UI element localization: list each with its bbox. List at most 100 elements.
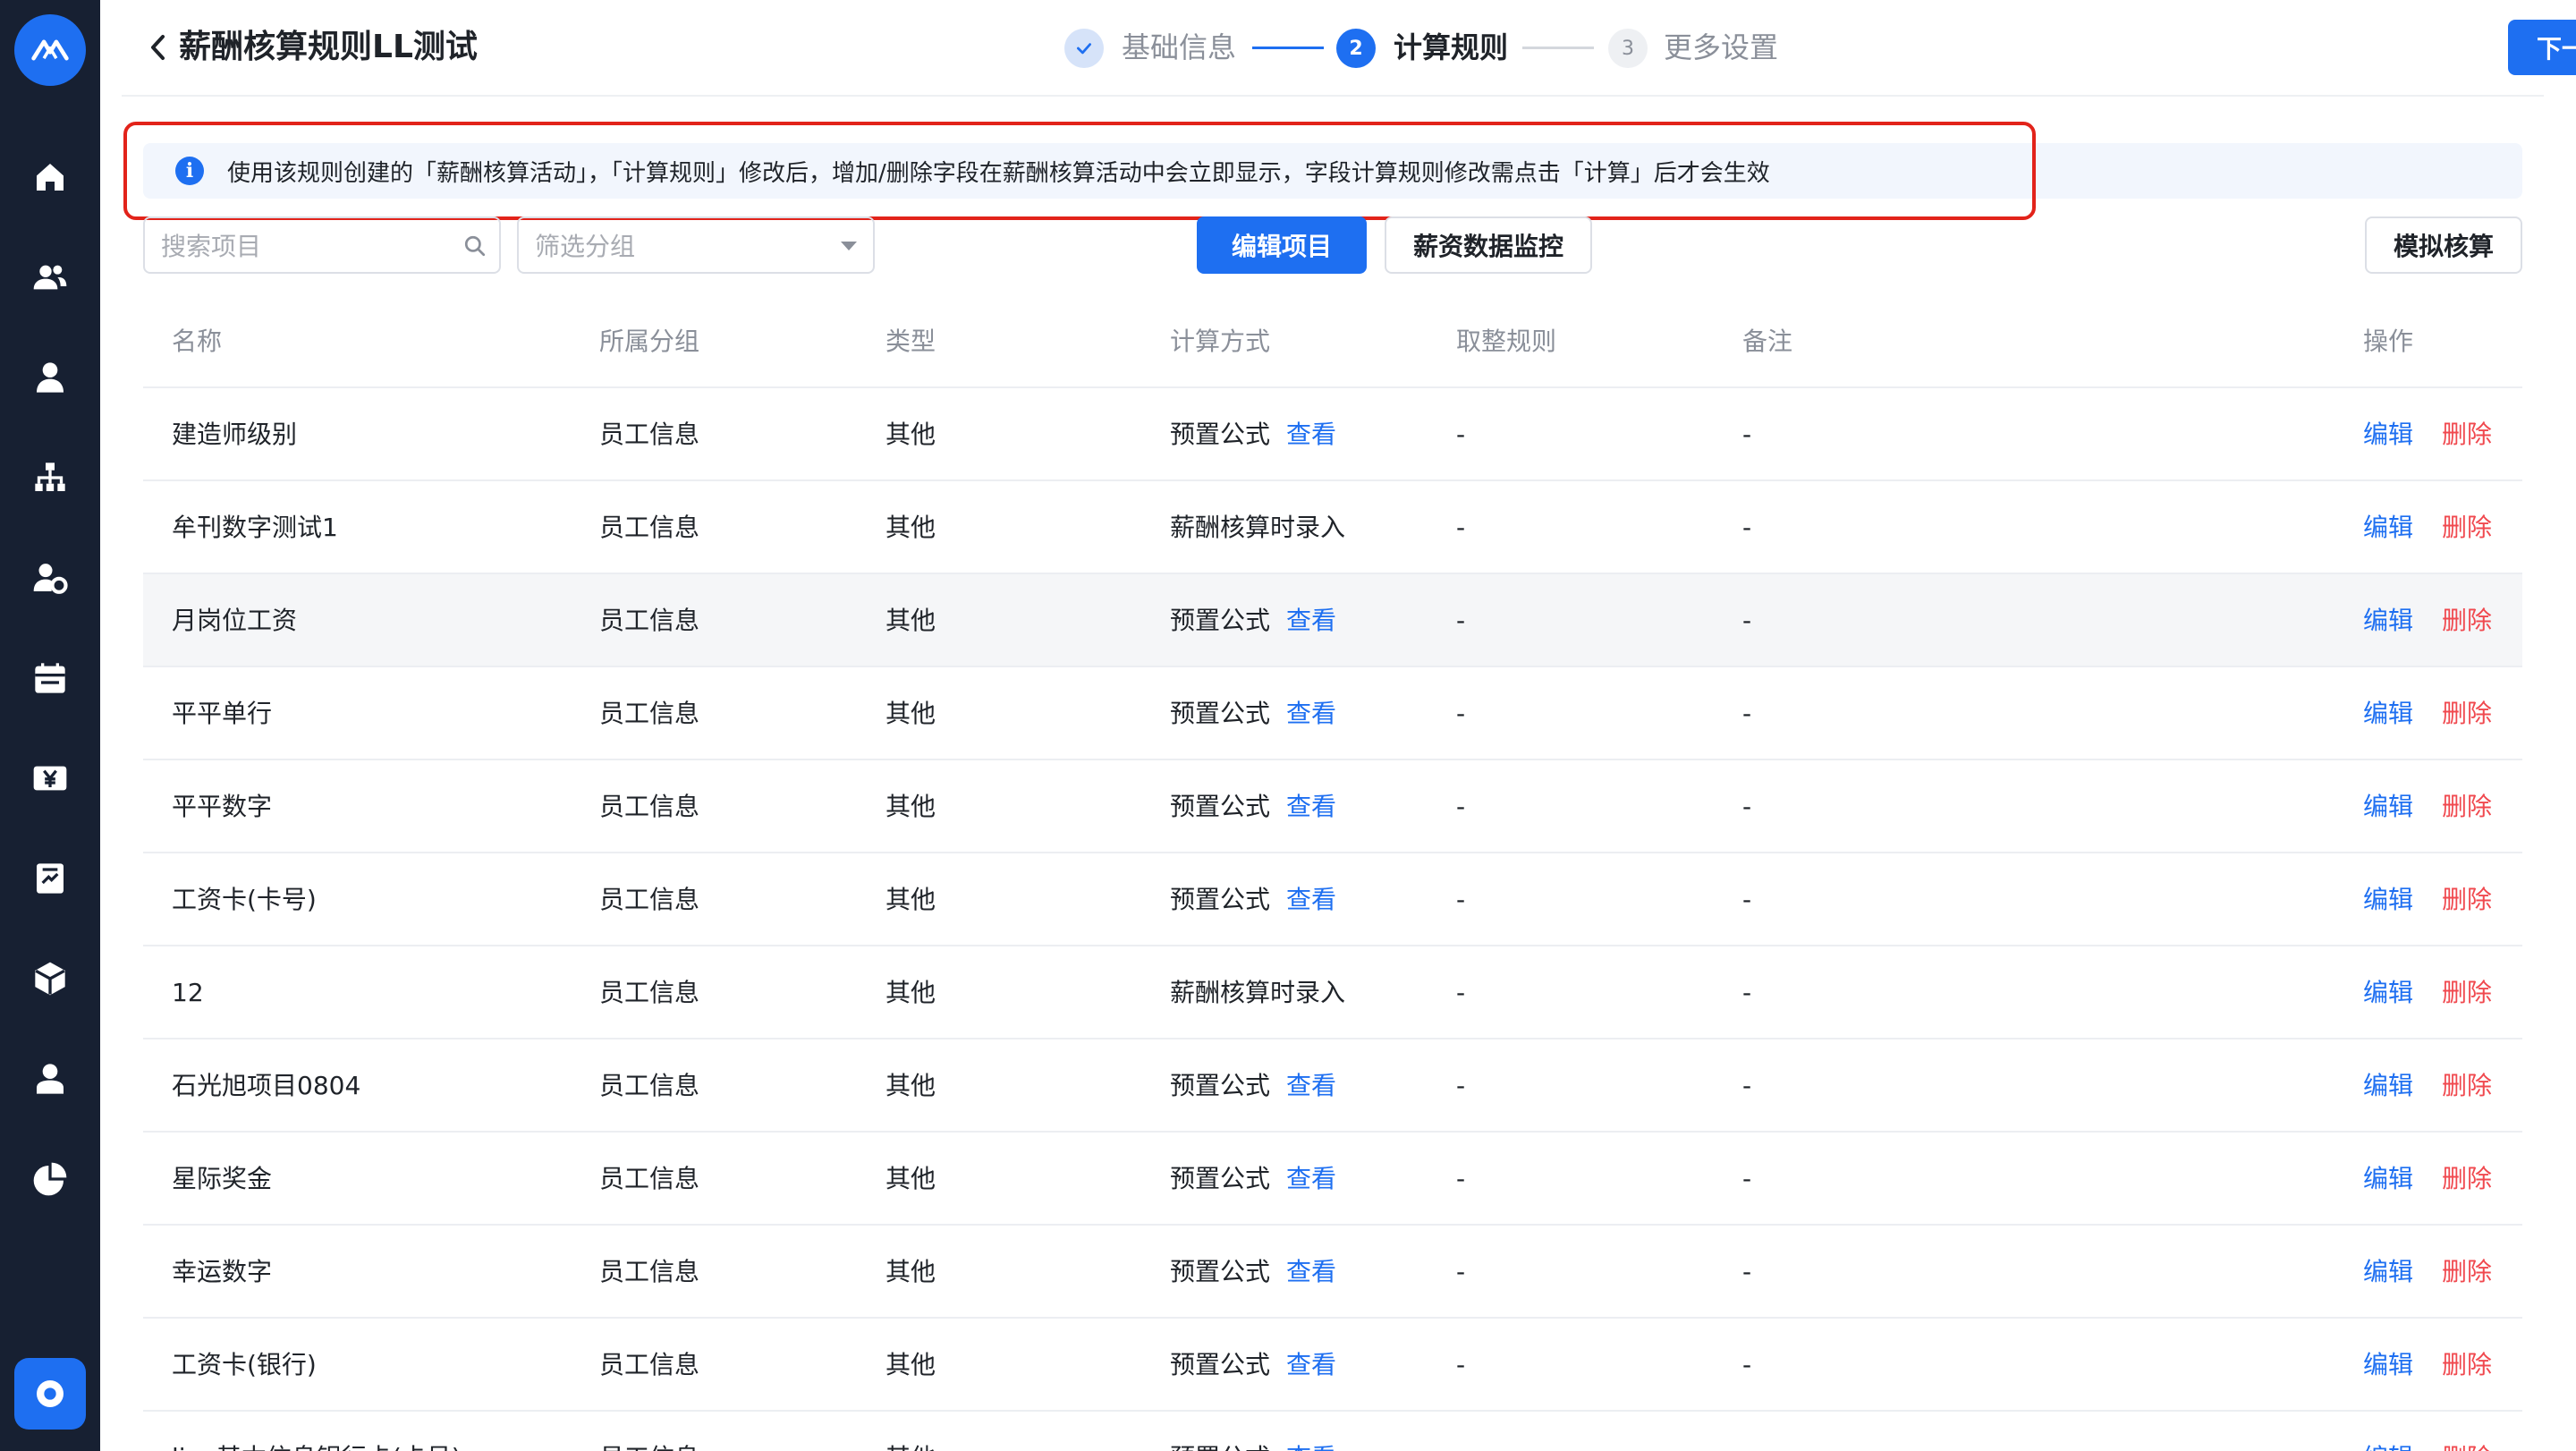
table-row[interactable]: 12 员工信息 其他 - - 薪酬核算时录入 编辑 删除 [143,946,2522,1039]
col-group: 所属分组 [599,327,700,356]
cell-group: 员工信息 [599,606,700,635]
view-formula-link[interactable]: 查看 [1286,1443,1336,1451]
table-row[interactable]: 星际奖金 员工信息 其他 - - 预置公式 查看 编辑 删除 [143,1133,2522,1226]
delete-row-button[interactable]: 删除 [2442,481,2492,574]
col-method: 计算方式 [1170,327,1271,356]
report-icon[interactable] [29,857,72,900]
delete-row-button[interactable]: 删除 [2442,1133,2492,1226]
delete-row-button[interactable]: 删除 [2442,1226,2492,1319]
table-row[interactable]: 工资卡(卡号) 员工信息 其他 - - 预置公式 查看 编辑 删除 [143,853,2522,946]
cell-rounding: - [1456,885,1466,914]
edit-row-button[interactable]: 编辑 [2363,388,2413,481]
table-row[interactable]: 平平数字 员工信息 其他 - - 预置公式 查看 编辑 删除 [143,760,2522,853]
col-rounding: 取整规则 [1456,327,1557,356]
view-formula-link[interactable]: 查看 [1286,1257,1336,1286]
org-chart-icon[interactable] [29,456,72,499]
team-icon[interactable] [29,256,72,299]
cell-method: 薪酬核算时录入 [1170,481,1345,574]
pie-chart-icon[interactable] [29,1158,72,1201]
cell-name: 石光旭项目0804 [172,1071,361,1100]
person-icon[interactable] [29,356,72,399]
view-formula-link[interactable]: 查看 [1286,1164,1336,1193]
method-text: 预置公式 [1170,792,1271,821]
view-formula-link[interactable]: 查看 [1286,792,1336,821]
edit-row-button[interactable]: 编辑 [2363,1133,2413,1226]
delete-row-button[interactable]: 删除 [2442,853,2492,946]
edit-row-button[interactable]: 编辑 [2363,667,2413,760]
cell-remark: - [1742,1412,1751,1451]
back-button[interactable] [140,27,175,68]
delete-row-button[interactable]: 删除 [2442,946,2492,1039]
edit-row-button[interactable]: 编辑 [2363,1412,2413,1451]
salary-icon[interactable] [29,757,72,800]
cell-method: 预置公式查看 [1170,1226,1336,1319]
person-settings-icon[interactable] [29,556,72,599]
edit-row-button[interactable]: 编辑 [2363,574,2413,667]
next-step-button[interactable]: 下一步 [2508,20,2576,75]
edit-row-button[interactable]: 编辑 [2363,1226,2413,1319]
search-input[interactable]: 搜索项目 [143,216,501,274]
view-formula-link[interactable]: 查看 [1286,1071,1336,1100]
table-row[interactable]: 平平单行 员工信息 其他 - - 预置公式 查看 编辑 删除 [143,667,2522,760]
box-icon[interactable] [29,957,72,1000]
cell-method: 预置公式查看 [1170,574,1336,667]
search-placeholder: 搜索项目 [161,232,262,261]
view-formula-link[interactable]: 查看 [1286,1350,1336,1379]
delete-row-button[interactable]: 删除 [2442,388,2492,481]
salary-monitor-button[interactable]: 薪资数据监控 [1385,216,1592,274]
cell-method: 预置公式查看 [1170,667,1336,760]
edit-row-button[interactable]: 编辑 [2363,1039,2413,1133]
chevron-left-icon [151,35,165,60]
edit-items-button[interactable]: 编辑项目 [1197,216,1367,274]
cell-type: 其他 [886,513,936,542]
step-3-label[interactable]: 更多设置 [1664,23,1778,72]
table-header: 名称 所属分组 类型 计算方式 取整规则 备注 操作 [143,295,2522,388]
delete-row-button[interactable]: 删除 [2442,1039,2492,1133]
simulate-button[interactable]: 模拟核算 [2365,216,2522,274]
edit-row-button[interactable]: 编辑 [2363,481,2413,574]
group-filter-select[interactable]: 筛选分组 [517,216,875,274]
cell-group: 员工信息 [599,1412,699,1451]
cell-method: 预置公式查看 [1170,760,1336,853]
delete-row-button[interactable]: 删除 [2442,667,2492,760]
cell-remark: - [1742,1164,1752,1193]
method-text: 预置公式 [1170,606,1271,635]
view-formula-link[interactable]: 查看 [1286,606,1336,635]
app-logo[interactable] [14,14,86,86]
edit-row-button[interactable]: 编辑 [2363,760,2413,853]
table-row[interactable]: 建造师级别 员工信息 其他 - - 预置公式 查看 编辑 删除 [143,388,2522,481]
table-row[interactable]: 牟刊数字测试1 员工信息 其他 - - 薪酬核算时录入 编辑 删除 [143,481,2522,574]
cell-name: liyu基本信息银行卡(卡号) [172,1412,462,1451]
delete-row-button[interactable]: 删除 [2442,760,2492,853]
edit-row-button[interactable]: 编辑 [2363,946,2413,1039]
cell-method: 薪酬核算时录入 [1170,946,1345,1039]
table-row[interactable]: 石光旭项目0804 员工信息 其他 - - 预置公式 查看 编辑 删除 [143,1039,2522,1133]
edit-row-button[interactable]: 编辑 [2363,853,2413,946]
view-formula-link[interactable]: 查看 [1286,885,1336,914]
method-text: 预置公式 [1170,1164,1271,1193]
salary-items-table: 名称 所属分组 类型 计算方式 取整规则 备注 操作 建造师级别 员工信息 其他 - -… [143,295,2522,1451]
profile-icon[interactable] [29,1057,72,1100]
step-2-label[interactable]: 计算规则 [1394,23,1508,72]
home-icon[interactable] [29,156,72,199]
cell-group: 员工信息 [599,1071,700,1100]
view-formula-link[interactable]: 查看 [1286,420,1336,449]
delete-row-button[interactable]: 删除 [2442,574,2492,667]
table-row[interactable]: liyu基本信息银行卡(卡号) 员工信息 其他 - - 预置公式 查看 编辑删除 [143,1412,2522,1451]
table-row[interactable]: 工资卡(银行) 员工信息 其他 - - 预置公式 查看 编辑 删除 [143,1319,2522,1412]
settings-button[interactable] [14,1358,86,1430]
cell-rounding: - [1456,792,1466,821]
table-row[interactable]: 幸运数字 员工信息 其他 - - 预置公式 查看 编辑 删除 [143,1226,2522,1319]
calendar-icon[interactable] [29,657,72,700]
delete-row-button[interactable]: 删除 [2442,1412,2492,1451]
step-2-number: 2 [1336,29,1376,68]
cell-method: 预置公式查看 [1170,1412,1336,1451]
edit-row-button[interactable]: 编辑 [2363,1319,2413,1412]
cell-name: 建造师级别 [172,420,298,449]
cell-group: 员工信息 [599,420,700,449]
cell-type: 其他 [886,792,936,821]
delete-row-button[interactable]: 删除 [2442,1319,2492,1412]
view-formula-link[interactable]: 查看 [1286,699,1336,728]
step-1-label[interactable]: 基础信息 [1122,23,1236,72]
table-row[interactable]: 月岗位工资 员工信息 其他 - - 预置公式 查看 编辑 删除 [143,574,2522,667]
